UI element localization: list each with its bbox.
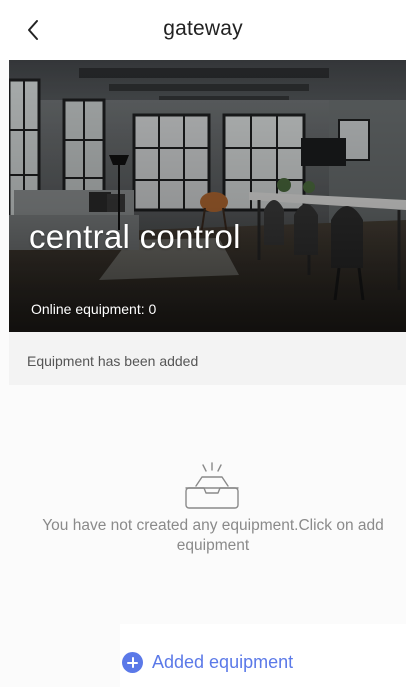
section-header: Equipment has been added bbox=[9, 332, 406, 385]
add-equipment-label: Added equipment bbox=[152, 652, 294, 672]
gateway-page: gateway central control Online equipment… bbox=[0, 0, 406, 687]
plus-circle-icon bbox=[122, 652, 143, 673]
section-label: Equipment has been added bbox=[27, 353, 199, 369]
add-equipment-button[interactable]: Added equipment bbox=[122, 652, 293, 673]
online-equipment-count: Online equipment: 0 bbox=[31, 301, 157, 317]
page-title: gateway bbox=[163, 17, 243, 40]
top-nav-bar: gateway bbox=[0, 0, 406, 60]
empty-state-message: You have not created any equipment.Click… bbox=[42, 517, 384, 554]
empty-tray-icon bbox=[185, 462, 239, 509]
room-banner: central control Online equipment: 0 bbox=[9, 60, 406, 332]
room-title: central control bbox=[29, 218, 241, 255]
room-photo bbox=[9, 60, 406, 332]
